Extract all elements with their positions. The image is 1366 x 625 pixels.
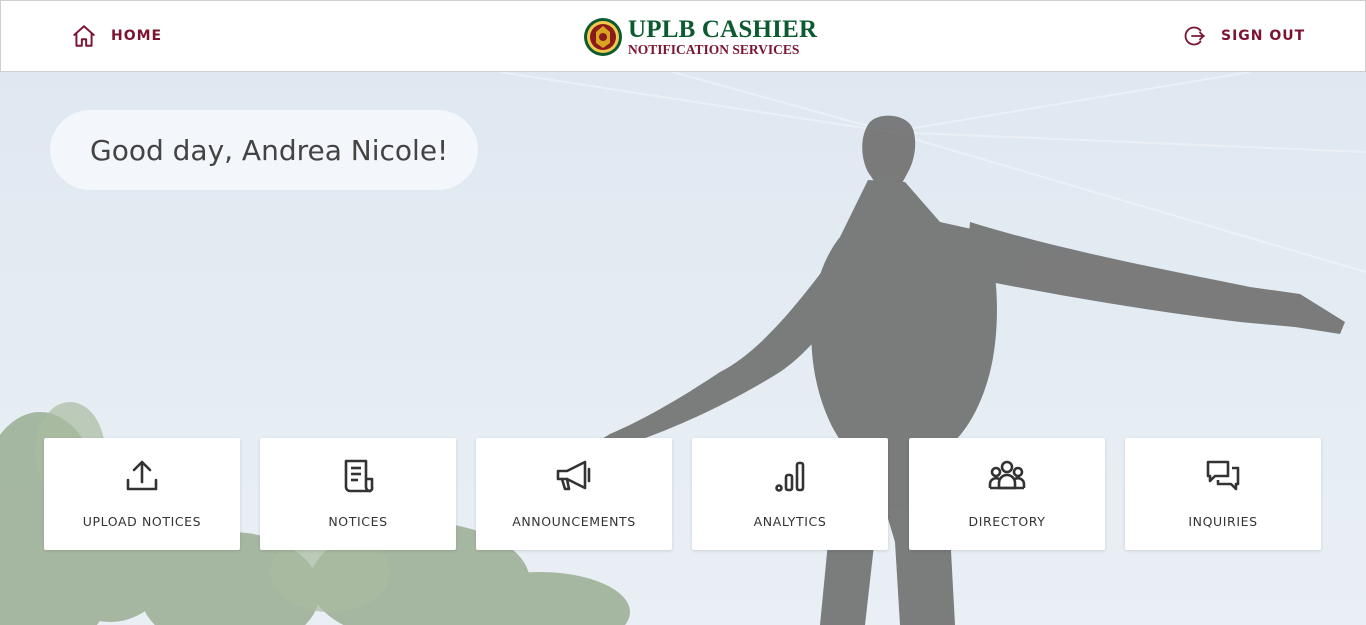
brand-logo[interactable]: UPLB CASHIER NOTIFICATION SERVICES (583, 16, 817, 58)
upload-icon (126, 460, 158, 491)
megaphone-icon (556, 460, 591, 491)
card-label: NOTICES (328, 514, 388, 529)
card-label: DIRECTORY (968, 514, 1046, 529)
home-icon (73, 25, 95, 47)
bar-chart-icon (775, 461, 805, 492)
notices-card[interactable]: NOTICES (260, 438, 456, 550)
directory-card[interactable]: DIRECTORY (909, 438, 1105, 550)
brand-title: UPLB CASHIER (628, 16, 818, 44)
hero-background: Good day, Andrea Nicole! UPLOAD NOTICES (0, 72, 1366, 625)
document-icon (344, 459, 374, 493)
sign-out-link[interactable]: SIGN OUT (1183, 1, 1305, 71)
brand-subtitle: NOTIFICATION SERVICES (628, 42, 800, 58)
sign-out-label: SIGN OUT (1221, 28, 1306, 44)
upload-notices-card[interactable]: UPLOAD NOTICES (44, 438, 240, 550)
uplb-seal-icon (584, 18, 622, 56)
top-navbar: HOME UPLB CASHIER NOTIFICATION SERVICES … (0, 0, 1366, 72)
home-label: HOME (111, 28, 163, 44)
greeting-banner: Good day, Andrea Nicole! (50, 110, 478, 190)
home-link[interactable]: HOME (71, 1, 162, 71)
people-icon (988, 460, 1026, 490)
analytics-card[interactable]: ANALYTICS (692, 438, 888, 550)
card-label: INQUIRIES (1188, 514, 1258, 529)
chat-icon (1206, 460, 1240, 491)
announcements-card[interactable]: ANNOUNCEMENTS (476, 438, 672, 550)
card-label: ANALYTICS (753, 514, 827, 529)
sign-out-icon (1184, 26, 1205, 46)
inquiries-card[interactable]: INQUIRIES (1125, 438, 1321, 550)
card-label: UPLOAD NOTICES (82, 514, 202, 529)
card-label: ANNOUNCEMENTS (512, 514, 636, 529)
